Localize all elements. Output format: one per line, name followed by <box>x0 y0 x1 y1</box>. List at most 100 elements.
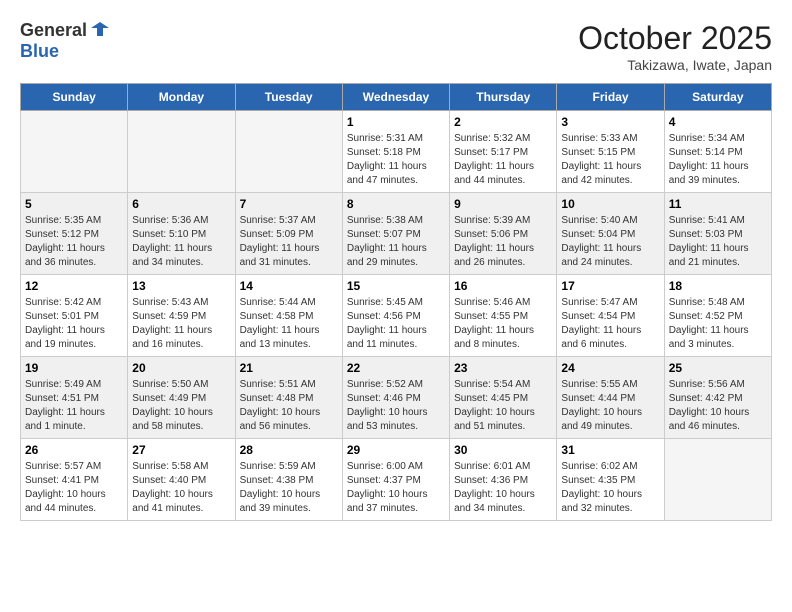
day-number: 13 <box>132 279 230 293</box>
day-info: Sunrise: 5:41 AM Sunset: 5:03 PM Dayligh… <box>669 214 767 270</box>
day-number: 31 <box>561 443 659 457</box>
day-number: 23 <box>454 361 552 375</box>
table-row: 22 Sunrise: 5:52 AM Sunset: 4:46 PM Dayli… <box>342 357 449 439</box>
col-monday: Monday <box>128 84 235 111</box>
table-row: 31 Sunrise: 6:02 AM Sunset: 4:35 PM Dayli… <box>557 439 664 521</box>
day-info: Sunrise: 5:49 AM Sunset: 4:51 PM Dayligh… <box>25 378 123 434</box>
table-row: 16Sunrise: 5:46 AM Sunset: 4:55 PM Dayli… <box>450 275 557 357</box>
table-row: 8 Sunrise: 5:38 AM Sunset: 5:07 PM Daylig… <box>342 193 449 275</box>
day-info: Sunrise: 5:32 AM Sunset: 5:17 PM Dayligh… <box>454 132 552 188</box>
day-number: 30 <box>454 443 552 457</box>
day-number: 25 <box>669 361 767 375</box>
day-number: 5 <box>25 197 123 211</box>
day-info: Sunrise: 5:43 AM Sunset: 4:59 PM Dayligh… <box>132 296 230 352</box>
table-row: 28 Sunrise: 5:59 AM Sunset: 4:38 PM Dayli… <box>235 439 342 521</box>
page-header: General Blue October 2025 Takizawa, Iwat… <box>20 20 772 73</box>
day-number: 2 <box>454 115 552 129</box>
day-number: 14 <box>240 279 338 293</box>
day-info: Sunrise: 5:44 AM Sunset: 4:58 PM Dayligh… <box>240 296 338 352</box>
table-row: 6 Sunrise: 5:36 AM Sunset: 5:10 PM Daylig… <box>128 193 235 275</box>
day-number: 10 <box>561 197 659 211</box>
day-number: 22 <box>347 361 445 375</box>
day-number: 7 <box>240 197 338 211</box>
logo-general-text: General <box>20 20 87 41</box>
day-number: 19 <box>25 361 123 375</box>
day-number: 12 <box>25 279 123 293</box>
title-block: October 2025 Takizawa, Iwate, Japan <box>578 20 772 73</box>
day-info: Sunrise: 5:48 AM Sunset: 4:52 PM Dayligh… <box>669 296 767 352</box>
table-row: 25 Sunrise: 5:56 AM Sunset: 4:42 PM Dayli… <box>664 357 771 439</box>
col-saturday: Saturday <box>664 84 771 111</box>
calendar-header-row: Sunday Monday Tuesday Wednesday Thursday… <box>21 84 772 111</box>
day-number: 20 <box>132 361 230 375</box>
table-row: 20 Sunrise: 5:50 AM Sunset: 4:49 PM Dayli… <box>128 357 235 439</box>
table-row: 30 Sunrise: 6:01 AM Sunset: 4:36 PM Dayli… <box>450 439 557 521</box>
day-number: 15 <box>347 279 445 293</box>
day-info: Sunrise: 5:56 AM Sunset: 4:42 PM Dayligh… <box>669 378 767 434</box>
table-row: 17 Sunrise: 5:47 AM Sunset: 4:54 PM Dayli… <box>557 275 664 357</box>
col-wednesday: Wednesday <box>342 84 449 111</box>
table-row: 27 Sunrise: 5:58 AM Sunset: 4:40 PM Dayli… <box>128 439 235 521</box>
day-info: Sunrise: 5:39 AM Sunset: 5:06 PM Dayligh… <box>454 214 552 270</box>
table-row: 2 Sunrise: 5:32 AM Sunset: 5:17 PM Daylig… <box>450 111 557 193</box>
day-number: 24 <box>561 361 659 375</box>
day-number: 8 <box>347 197 445 211</box>
table-row: 9 Sunrise: 5:39 AM Sunset: 5:06 PM Daylig… <box>450 193 557 275</box>
day-info: Sunrise: 5:34 AM Sunset: 5:14 PM Dayligh… <box>669 132 767 188</box>
day-number: 27 <box>132 443 230 457</box>
calendar-week-row: 26 Sunrise: 5:57 AM Sunset: 4:41 PM Dayli… <box>21 439 772 521</box>
table-row: 14 Sunrise: 5:44 AM Sunset: 4:58 PM Dayli… <box>235 275 342 357</box>
day-info: Sunrise: 6:00 AM Sunset: 4:37 PM Dayligh… <box>347 460 445 516</box>
day-number: 26 <box>25 443 123 457</box>
table-row: 10 Sunrise: 5:40 AM Sunset: 5:04 PM Dayli… <box>557 193 664 275</box>
logo-bird-icon <box>89 18 111 40</box>
day-info: Sunrise: 5:51 AM Sunset: 4:48 PM Dayligh… <box>240 378 338 434</box>
table-row: 24 Sunrise: 5:55 AM Sunset: 4:44 PM Dayli… <box>557 357 664 439</box>
day-number: 9 <box>454 197 552 211</box>
table-row <box>235 111 342 193</box>
day-info: Sunrise: 5:54 AM Sunset: 4:45 PM Dayligh… <box>454 378 552 434</box>
table-row: 13 Sunrise: 5:43 AM Sunset: 4:59 PM Dayli… <box>128 275 235 357</box>
table-row <box>664 439 771 521</box>
day-info: Sunrise: 5:59 AM Sunset: 4:38 PM Dayligh… <box>240 460 338 516</box>
day-info: Sunrise: 5:31 AM Sunset: 5:18 PM Dayligh… <box>347 132 445 188</box>
table-row: 1Sunrise: 5:31 AM Sunset: 5:18 PM Daylig… <box>342 111 449 193</box>
table-row: 18 Sunrise: 5:48 AM Sunset: 4:52 PM Dayli… <box>664 275 771 357</box>
table-row <box>128 111 235 193</box>
table-row: 3 Sunrise: 5:33 AM Sunset: 5:15 PM Daylig… <box>557 111 664 193</box>
logo-blue-text: Blue <box>20 41 59 61</box>
table-row <box>21 111 128 193</box>
calendar-table: Sunday Monday Tuesday Wednesday Thursday… <box>20 83 772 521</box>
table-row: 23 Sunrise: 5:54 AM Sunset: 4:45 PM Dayli… <box>450 357 557 439</box>
col-thursday: Thursday <box>450 84 557 111</box>
day-number: 3 <box>561 115 659 129</box>
calendar-week-row: 1Sunrise: 5:31 AM Sunset: 5:18 PM Daylig… <box>21 111 772 193</box>
day-number: 21 <box>240 361 338 375</box>
day-info: Sunrise: 5:55 AM Sunset: 4:44 PM Dayligh… <box>561 378 659 434</box>
day-info: Sunrise: 6:02 AM Sunset: 4:35 PM Dayligh… <box>561 460 659 516</box>
day-number: 11 <box>669 197 767 211</box>
day-info: Sunrise: 5:58 AM Sunset: 4:40 PM Dayligh… <box>132 460 230 516</box>
table-row: 4Sunrise: 5:34 AM Sunset: 5:14 PM Daylig… <box>664 111 771 193</box>
table-row: 11 Sunrise: 5:41 AM Sunset: 5:03 PM Dayli… <box>664 193 771 275</box>
day-info: Sunrise: 5:57 AM Sunset: 4:41 PM Dayligh… <box>25 460 123 516</box>
location: Takizawa, Iwate, Japan <box>578 57 772 73</box>
day-number: 28 <box>240 443 338 457</box>
day-info: Sunrise: 5:47 AM Sunset: 4:54 PM Dayligh… <box>561 296 659 352</box>
calendar-week-row: 5Sunrise: 5:35 AM Sunset: 5:12 PM Daylig… <box>21 193 772 275</box>
table-row: 29 Sunrise: 6:00 AM Sunset: 4:37 PM Dayli… <box>342 439 449 521</box>
day-info: Sunrise: 5:50 AM Sunset: 4:49 PM Dayligh… <box>132 378 230 434</box>
day-info: Sunrise: 5:33 AM Sunset: 5:15 PM Dayligh… <box>561 132 659 188</box>
day-number: 29 <box>347 443 445 457</box>
day-info: Sunrise: 5:36 AM Sunset: 5:10 PM Dayligh… <box>132 214 230 270</box>
day-info: Sunrise: 6:01 AM Sunset: 4:36 PM Dayligh… <box>454 460 552 516</box>
day-info: Sunrise: 5:52 AM Sunset: 4:46 PM Dayligh… <box>347 378 445 434</box>
table-row: 5Sunrise: 5:35 AM Sunset: 5:12 PM Daylig… <box>21 193 128 275</box>
day-info: Sunrise: 5:40 AM Sunset: 5:04 PM Dayligh… <box>561 214 659 270</box>
table-row: 7Sunrise: 5:37 AM Sunset: 5:09 PM Daylig… <box>235 193 342 275</box>
col-sunday: Sunday <box>21 84 128 111</box>
day-number: 17 <box>561 279 659 293</box>
day-info: Sunrise: 5:38 AM Sunset: 5:07 PM Dayligh… <box>347 214 445 270</box>
day-number: 18 <box>669 279 767 293</box>
day-number: 6 <box>132 197 230 211</box>
